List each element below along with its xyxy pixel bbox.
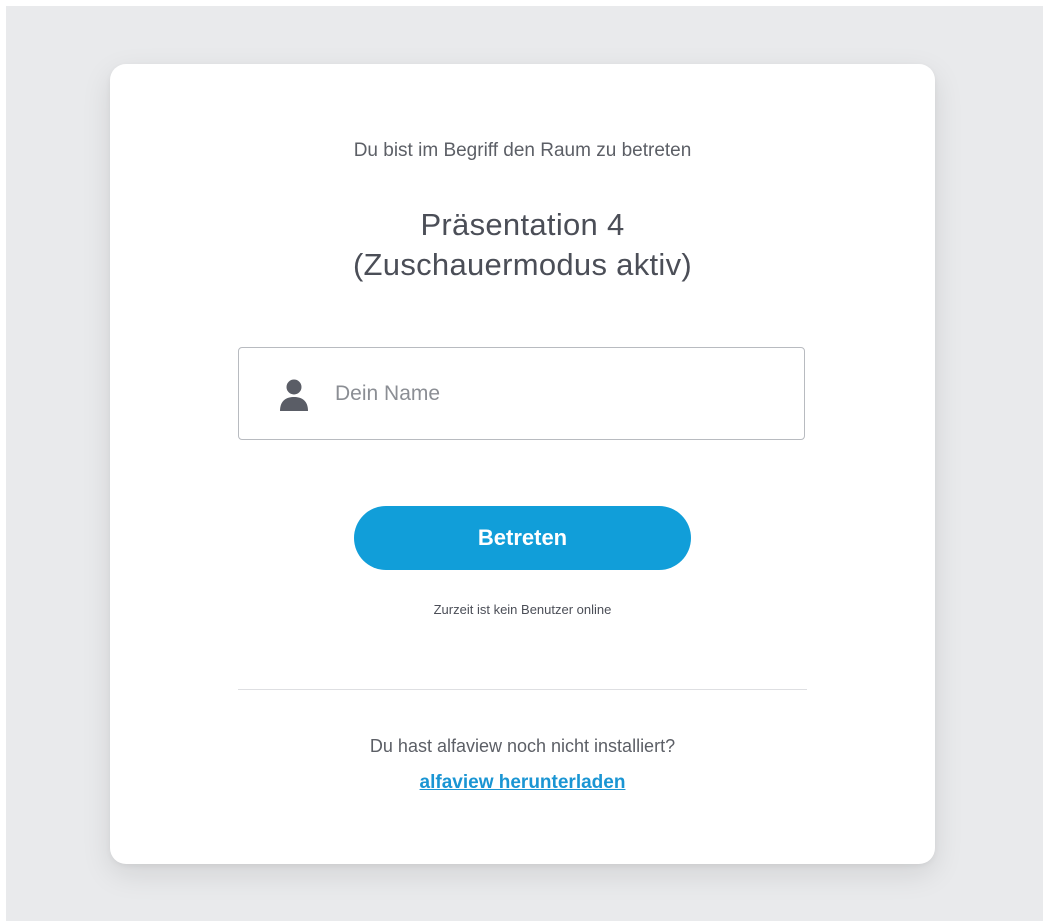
- online-status-text: Zurzeit ist kein Benutzer online: [433, 602, 612, 617]
- install-question: Du hast alfaview noch nicht installiert?: [369, 736, 676, 756]
- name-field[interactable]: [238, 347, 805, 440]
- download-link-row: alfaview herunterladen: [110, 772, 935, 794]
- room-title-line-2: (Zuschauermodus aktiv): [352, 247, 693, 282]
- join-room-card: Du bist im Begriff den Raum zu betreten …: [110, 64, 935, 864]
- user-icon: [280, 379, 308, 411]
- room-title-line-1: Präsentation 4: [420, 207, 625, 242]
- divider: [238, 689, 807, 690]
- room-title: Präsentation 4 (Zuschauermodus aktiv): [110, 205, 935, 285]
- download-link[interactable]: alfaview herunterladen: [420, 772, 626, 793]
- page-background: Du bist im Begriff den Raum zu betreten …: [6, 6, 1043, 921]
- name-input[interactable]: [335, 348, 785, 439]
- intro-text: Du bist im Begriff den Raum zu betreten: [353, 140, 692, 161]
- enter-button[interactable]: Betreten: [354, 506, 691, 570]
